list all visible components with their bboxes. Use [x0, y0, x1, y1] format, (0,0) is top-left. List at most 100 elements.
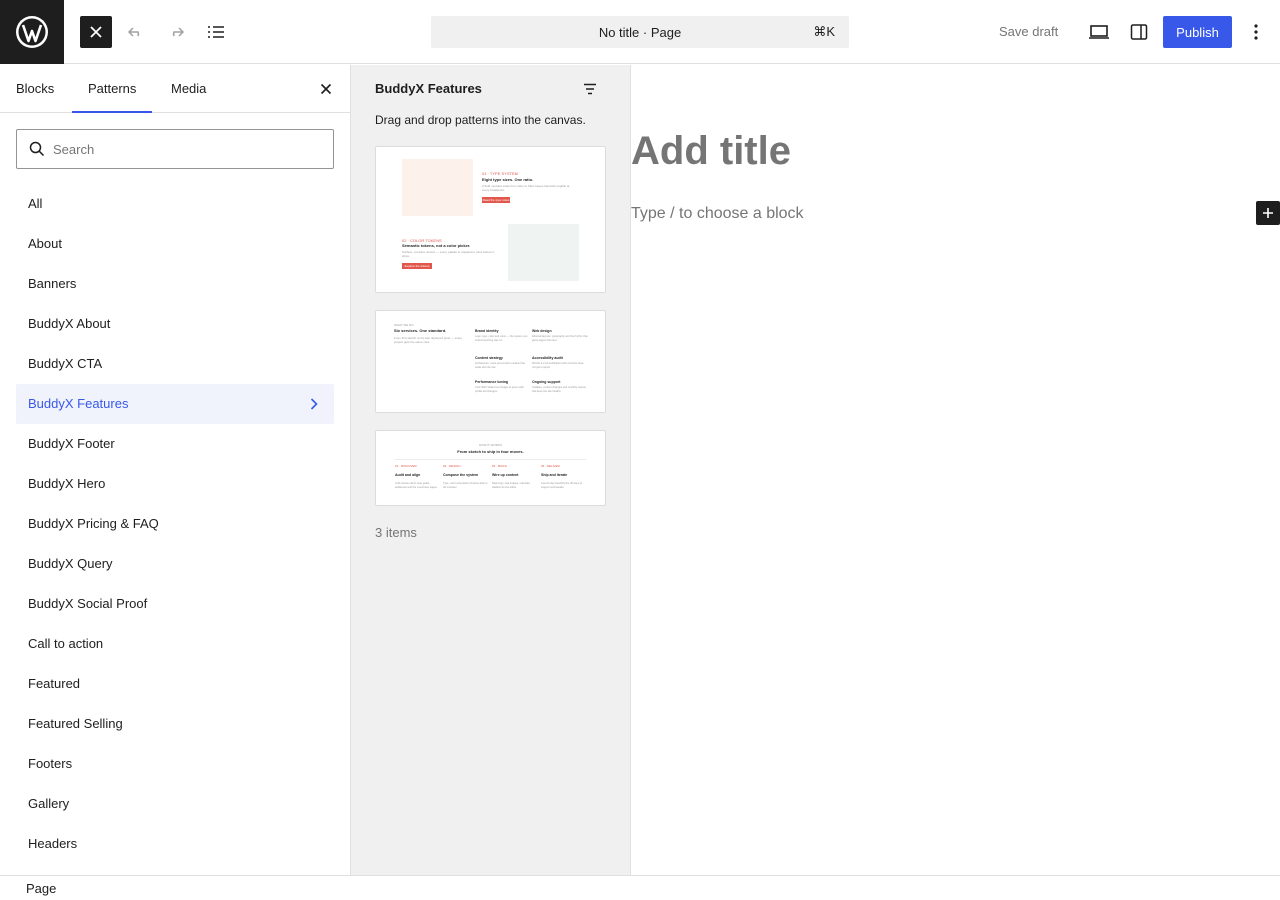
pattern-heading: Semantic tokens, not a color picker.: [402, 243, 471, 248]
category-item[interactable]: BuddyX Footer: [16, 424, 334, 464]
filter-icon: [584, 83, 596, 95]
pattern-image-placeholder: [508, 224, 579, 281]
step-text: Launch day handoff plus 30 days of suppo…: [541, 482, 582, 489]
pattern-text: A fluid modular scale from 12px to 64px …: [482, 184, 570, 192]
more-options-icon: [1254, 24, 1258, 40]
service-text: Updates, content changes and monthly rep…: [532, 386, 586, 393]
pattern-text: Surface, contrast, accent — every palett…: [402, 250, 495, 258]
undo-button[interactable]: [120, 16, 152, 48]
redo-icon: [172, 27, 185, 37]
category-item[interactable]: BuddyX CTA: [16, 344, 334, 384]
service-title: Performance tuning: [475, 380, 509, 384]
pattern-button: Read the type notes: [482, 197, 510, 203]
options-menu-button[interactable]: [1240, 16, 1272, 48]
pattern-search-input[interactable]: Search: [16, 129, 334, 169]
tab-media[interactable]: Media: [155, 65, 222, 113]
pattern-card[interactable]: HOW IT WORKS From sketch to ship in four…: [375, 430, 606, 506]
category-item[interactable]: Call to action: [16, 624, 334, 664]
step-text: Real copy, real images, real data loaded…: [492, 482, 530, 489]
add-block-button[interactable]: [1256, 201, 1280, 225]
pattern-card[interactable]: 01 · TYPE SYSTEM Eight type sizes. One r…: [375, 146, 606, 293]
category-item[interactable]: BuddyX About: [16, 304, 334, 344]
search-icon: [27, 139, 47, 159]
list-view-button[interactable]: [200, 16, 232, 48]
preview-button[interactable]: [1083, 16, 1115, 48]
command-palette-bar[interactable]: No title · Page ⌘K: [431, 16, 849, 48]
pattern-preview-panel: BuddyX Features Drag and drop patterns i…: [351, 65, 631, 875]
editor-header: No title · Page ⌘K Save draft Publish: [0, 0, 1280, 64]
pattern-kicker: HOW IT WORKS: [479, 443, 502, 447]
pattern-description: Drag and drop patterns into the canvas.: [375, 113, 586, 127]
step-kicker: 02 · DESIGN: [443, 464, 461, 468]
category-item[interactable]: BuddyX Social Proof: [16, 584, 334, 624]
service-text: Architecture, voice and content models t…: [475, 362, 525, 369]
service-title: Brand identity: [475, 329, 499, 333]
category-item[interactable]: BuddyX Hero: [16, 464, 334, 504]
category-item[interactable]: Footers: [16, 744, 334, 784]
chevron-right-icon: [304, 394, 324, 414]
category-label: BuddyX Features: [28, 396, 129, 411]
post-title-input[interactable]: Add title: [631, 129, 791, 174]
block-breadcrumb-bar: Page: [0, 875, 1280, 900]
service-text: Editorial layouts, typography and the rh…: [532, 335, 588, 342]
document-title: No title · Page: [598, 24, 682, 40]
category-item-active[interactable]: BuddyX Features: [16, 384, 334, 424]
category-item[interactable]: Featured: [16, 664, 334, 704]
sidebar-settings-icon: [1130, 24, 1148, 40]
breadcrumb-item[interactable]: Page: [26, 881, 56, 896]
step-kicker: 03 · BUILD: [492, 464, 507, 468]
tab-patterns[interactable]: Patterns: [72, 65, 153, 113]
pattern-text: From first sketch to the last deployed p…: [394, 336, 463, 344]
inserter-tabs: Blocks Patterns Media: [0, 65, 350, 113]
command-shortcut: ⌘K: [813, 24, 835, 39]
category-item[interactable]: BuddyX Pricing & FAQ: [16, 504, 334, 544]
service-text: WCAG 2.2 AA verification with concrete f…: [532, 362, 585, 369]
step-title: Audit and align: [395, 473, 421, 477]
category-item[interactable]: Banners: [16, 264, 334, 304]
close-icon: [90, 26, 102, 38]
search-placeholder: Search: [53, 141, 95, 157]
wordpress-logo-icon: [16, 16, 48, 48]
pattern-heading: From sketch to ship in four moves.: [457, 449, 524, 454]
pattern-heading: Eight type sizes. One ratio.: [482, 177, 534, 182]
wordpress-logo-button[interactable]: [0, 0, 64, 64]
publish-button[interactable]: Publish: [1163, 16, 1232, 48]
close-inserter-toggle-button[interactable]: [80, 16, 112, 48]
step-text: A 90-minute call to map goals, audiences…: [395, 482, 438, 489]
pattern-button: Explore the tokens: [402, 263, 432, 269]
step-title: Ship and iterate: [541, 473, 568, 477]
undo-icon: [127, 27, 140, 37]
divider: [395, 459, 586, 460]
category-item[interactable]: About: [16, 224, 334, 264]
list-view-icon: [208, 26, 224, 38]
step-title: Wire up content: [492, 473, 519, 477]
category-item[interactable]: Featured Selling: [16, 704, 334, 744]
service-text: Core Web Vitals from budget to green wit…: [475, 386, 524, 393]
step-kicker: 01 · DISCOVER: [395, 464, 417, 468]
pattern-filter-button[interactable]: [578, 77, 602, 101]
step-kicker: 04 · DELIVER: [541, 464, 560, 468]
service-title: Ongoing support: [532, 380, 561, 384]
block-inserter-panel: Blocks Patterns Media Search All About B…: [0, 65, 351, 875]
close-icon: [320, 83, 332, 95]
category-item[interactable]: Gallery: [16, 784, 334, 824]
pattern-category-title: BuddyX Features: [375, 81, 482, 96]
redo-button[interactable]: [160, 16, 192, 48]
pattern-category-list: All About Banners BuddyX About BuddyX CT…: [16, 184, 334, 864]
pattern-heading: Six services. One standard.: [394, 328, 447, 333]
save-draft-button[interactable]: Save draft: [990, 16, 1067, 48]
step-title: Compose the system: [443, 473, 479, 477]
block-appender[interactable]: Type / to choose a block: [631, 205, 804, 223]
plus-icon: [1263, 208, 1273, 218]
service-title: Content strategy: [475, 356, 503, 360]
settings-sidebar-button[interactable]: [1123, 16, 1155, 48]
category-item[interactable]: All: [16, 184, 334, 224]
tab-blocks[interactable]: Blocks: [0, 65, 70, 113]
step-text: Type, color and pattern choices built in…: [443, 482, 488, 489]
pattern-image-placeholder: [402, 159, 473, 216]
category-item[interactable]: Headers: [16, 824, 334, 864]
pattern-count: 3 items: [375, 525, 417, 540]
close-inserter-button[interactable]: [314, 77, 338, 101]
pattern-card[interactable]: WHAT WE DO Six services. One standard. F…: [375, 310, 606, 413]
category-item[interactable]: BuddyX Query: [16, 544, 334, 584]
